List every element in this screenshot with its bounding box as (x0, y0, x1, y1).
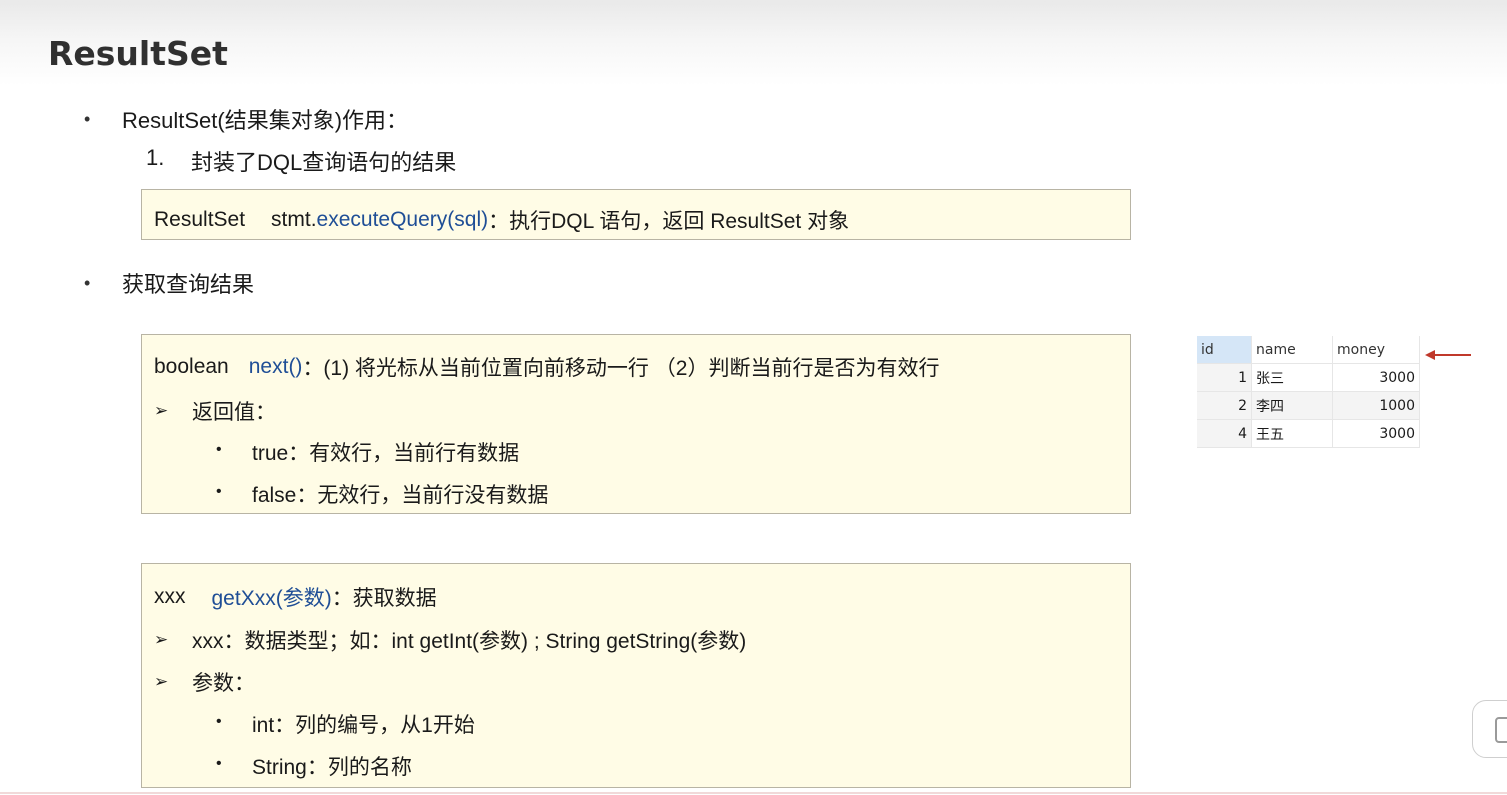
bullet-dot: • (216, 441, 222, 458)
result-table: id name money 1 张三 3000 2 李四 1000 4 王五 3… (1197, 336, 1420, 448)
type-line: ➢ xxx：数据类型；如：int getInt(参数) ; String get… (154, 625, 746, 655)
cell-id: 1 (1197, 363, 1252, 392)
item-text: 封装了DQL查询语句的结果 (191, 150, 457, 175)
method-desc: ：执行DQL 语句，返回 ResultSet 对象 (488, 210, 850, 233)
arrow-bullet-icon: ➢ (154, 672, 169, 691)
get-method-box: xxx getXxx(参数) ：获取数据 ➢ xxx：数据类型；如：int ge… (141, 563, 1131, 788)
item-number: 1. (146, 145, 165, 170)
execute-query-line: ResultSet stmt. executeQuery(sql) ：执行DQL… (154, 205, 849, 235)
bullet-text: 获取查询结果 (122, 272, 255, 297)
cell-name: 王五 (1251, 419, 1333, 448)
bullet-text: ResultSet(结果集对象)作用： (122, 108, 409, 133)
page-title: ResultSet (48, 34, 228, 73)
method-name: getXxx(参数) (211, 587, 332, 610)
bullet-dot: • (84, 108, 91, 129)
bullet-dot: • (216, 713, 222, 730)
next-method-line: boolean next() ：(1) 将光标从当前位置向前移动一行 （2）判断… (154, 352, 939, 382)
bottom-divider (0, 792, 1507, 794)
type-text: xxx：数据类型；如：int getInt(参数) ; String getSt… (192, 630, 747, 653)
method-desc: ：(1) 将光标从当前位置向前移动一行 （2）判断当前行是否为有效行 (302, 357, 940, 380)
return-value-line: ➢ 返回值： (154, 396, 276, 426)
cell-name: 张三 (1251, 363, 1333, 392)
bullet-dot: • (216, 755, 222, 772)
table-header-row: id name money (1197, 336, 1420, 364)
header-name: name (1251, 336, 1333, 364)
next-method-box: boolean next() ：(1) 将光标从当前位置向前移动一行 （2）判断… (141, 334, 1131, 514)
execute-query-box: ResultSet stmt. executeQuery(sql) ：执行DQL… (141, 189, 1131, 240)
header-money: money (1332, 336, 1420, 364)
return-type: ResultSet (154, 208, 246, 231)
table-row: 4 王五 3000 (1197, 419, 1420, 448)
cell-money: 3000 (1332, 363, 1420, 392)
return-type: boolean (154, 355, 229, 378)
widget-icon (1495, 717, 1507, 743)
method-desc: ：获取数据 (331, 587, 437, 610)
header-id: id (1197, 336, 1252, 364)
method-name: executeQuery(sql) (316, 208, 489, 231)
return-type: xxx (154, 585, 186, 608)
return-label: 返回值： (192, 401, 276, 424)
param-label: 参数： (192, 672, 255, 695)
table-row: 2 李四 1000 (1197, 391, 1420, 420)
bullet-resultset-purpose: • ResultSet(结果集对象)作用： (84, 103, 408, 135)
param-string-item: String：列的名称 (252, 756, 412, 779)
floating-widget-button[interactable] (1472, 700, 1507, 758)
numbered-item-1: 1. 封装了DQL查询语句的结果 (146, 145, 456, 177)
table-row: 1 张三 3000 (1197, 363, 1420, 392)
cursor-pointer-arrow-icon (1425, 350, 1471, 360)
object-name: stmt. (271, 208, 317, 231)
cell-name: 李四 (1251, 391, 1333, 420)
return-false-item: false：无效行，当前行没有数据 (252, 484, 549, 507)
bullet-dot: • (216, 483, 222, 500)
cell-id: 2 (1197, 391, 1252, 420)
param-int-item: int：列的编号，从1开始 (252, 714, 475, 737)
arrow-bullet-icon: ➢ (154, 630, 169, 649)
cell-money: 1000 (1332, 391, 1420, 420)
method-name: next() (248, 355, 303, 378)
bullet-get-results: • 获取查询结果 (84, 267, 254, 299)
cell-money: 3000 (1332, 419, 1420, 448)
return-true-item: true：有效行，当前行有数据 (252, 442, 520, 465)
arrow-bullet-icon: ➢ (154, 401, 169, 420)
bullet-dot: • (84, 272, 91, 293)
get-method-line: xxx getXxx(参数) ：获取数据 (154, 582, 437, 612)
cell-id: 4 (1197, 419, 1252, 448)
param-line: ➢ 参数： (154, 667, 255, 697)
